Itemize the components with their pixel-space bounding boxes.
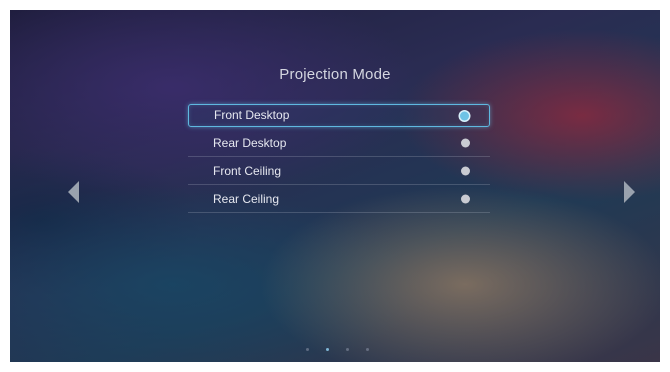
option-label: Front Ceiling — [213, 164, 282, 178]
page-dot-active — [326, 348, 329, 351]
projector-screen: Projection Mode Front Desktop Rear Deskt… — [10, 10, 660, 362]
radio-unselected-icon — [461, 166, 470, 175]
option-rear-desktop[interactable]: Rear Desktop — [188, 129, 490, 157]
radio-selected-icon — [460, 111, 469, 120]
option-front-desktop[interactable]: Front Desktop — [188, 104, 490, 127]
radio-unselected-icon — [461, 138, 470, 147]
projection-mode-menu: Front Desktop Rear Desktop Front Ceiling… — [188, 104, 490, 213]
page-title: Projection Mode — [279, 66, 391, 83]
previous-page-arrow-icon[interactable] — [68, 181, 79, 203]
page-dot — [346, 348, 349, 351]
option-rear-ceiling[interactable]: Rear Ceiling — [188, 185, 490, 213]
page-dot — [306, 348, 309, 351]
radio-unselected-icon — [461, 194, 470, 203]
page-indicator — [306, 348, 369, 351]
option-label: Rear Ceiling — [213, 192, 280, 206]
option-front-ceiling[interactable]: Front Ceiling — [188, 157, 490, 185]
next-page-arrow-icon[interactable] — [624, 181, 635, 203]
option-label: Front Desktop — [214, 108, 290, 122]
option-label: Rear Desktop — [213, 136, 287, 150]
page-dot — [366, 348, 369, 351]
